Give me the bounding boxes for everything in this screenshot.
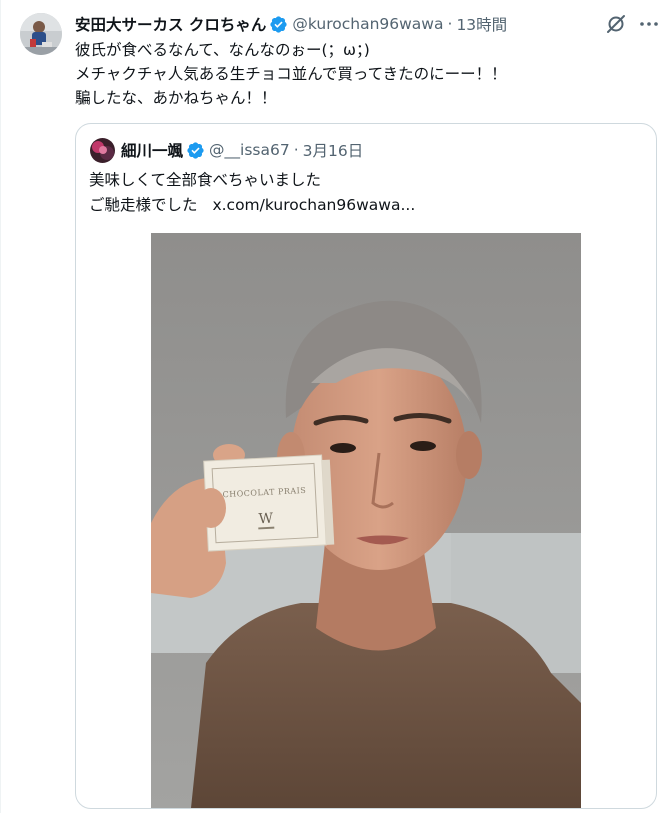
- tweet-text-line: 騙したな、あかねちゃん！！: [75, 89, 277, 107]
- tweet-timestamp[interactable]: 13時間: [456, 13, 507, 35]
- quoted-author-name[interactable]: 細川一颯: [121, 139, 183, 161]
- author-handle[interactable]: @kurochan96wawa: [292, 15, 443, 33]
- quoted-text-prefix: ご馳走様でした: [89, 196, 198, 214]
- quoted-text-line: 美味しくて全部食べちゃいました: [89, 171, 322, 189]
- quoted-author-handle[interactable]: @__issa67: [209, 141, 290, 159]
- quoted-tweet-text: 美味しくて全部食べちゃいました ご馳走様でした x.com/kurochan96…: [89, 168, 644, 218]
- separator-dot: ·: [293, 141, 299, 159]
- quoted-text-line: ご馳走様でした x.com/kurochan96wawa...: [89, 193, 644, 218]
- separator-dot: ·: [447, 15, 453, 33]
- quoted-tweet-date[interactable]: 3月16日: [303, 139, 364, 161]
- quoted-tweet-card[interactable]: 細川一颯 @__issa67 · 3月16日 美味しくて全部食べちゃいました ご…: [75, 123, 657, 809]
- timeline-divider: [0, 0, 1, 813]
- box-logo-mark: W: [258, 511, 274, 528]
- more-icon[interactable]: [638, 12, 660, 36]
- tweet-text-line: メチャクチャ人気ある生チョコ並んで買ってきたのにーー！！: [75, 65, 507, 83]
- grok-icon[interactable]: [604, 12, 628, 36]
- tweet-text-line: 彼氏が食べるなんて、なんなのぉー(；ω；): [75, 41, 370, 59]
- quoted-author-avatar-image: [90, 138, 115, 163]
- quoted-tweet-photo[interactable]: CHOCOLAT PRAIS W: [151, 233, 581, 808]
- author-avatar-image: [20, 13, 62, 55]
- verified-badge-icon: [186, 141, 205, 160]
- verified-badge-icon: [269, 15, 288, 34]
- author-name[interactable]: 安田大サーカス クロちゃん: [75, 13, 266, 35]
- photo-illustration: CHOCOLAT PRAIS W: [151, 233, 581, 808]
- tweet-header: 安田大サーカス クロちゃん @kurochan96wawa · 13時間: [75, 12, 507, 36]
- tweet-view: 安田大サーカス クロちゃん @kurochan96wawa · 13時間 彼氏が…: [0, 0, 664, 813]
- quoted-tweet-link[interactable]: x.com/kurochan96wawa...: [212, 196, 415, 214]
- author-avatar[interactable]: [20, 13, 62, 55]
- tweet-text: 彼氏が食べるなんて、なんなのぉー(；ω；) メチャクチャ人気ある生チョコ並んで買…: [75, 38, 655, 110]
- quoted-author-avatar[interactable]: [90, 138, 115, 163]
- quoted-tweet-header: 細川一颯 @__issa67 · 3月16日: [121, 139, 363, 161]
